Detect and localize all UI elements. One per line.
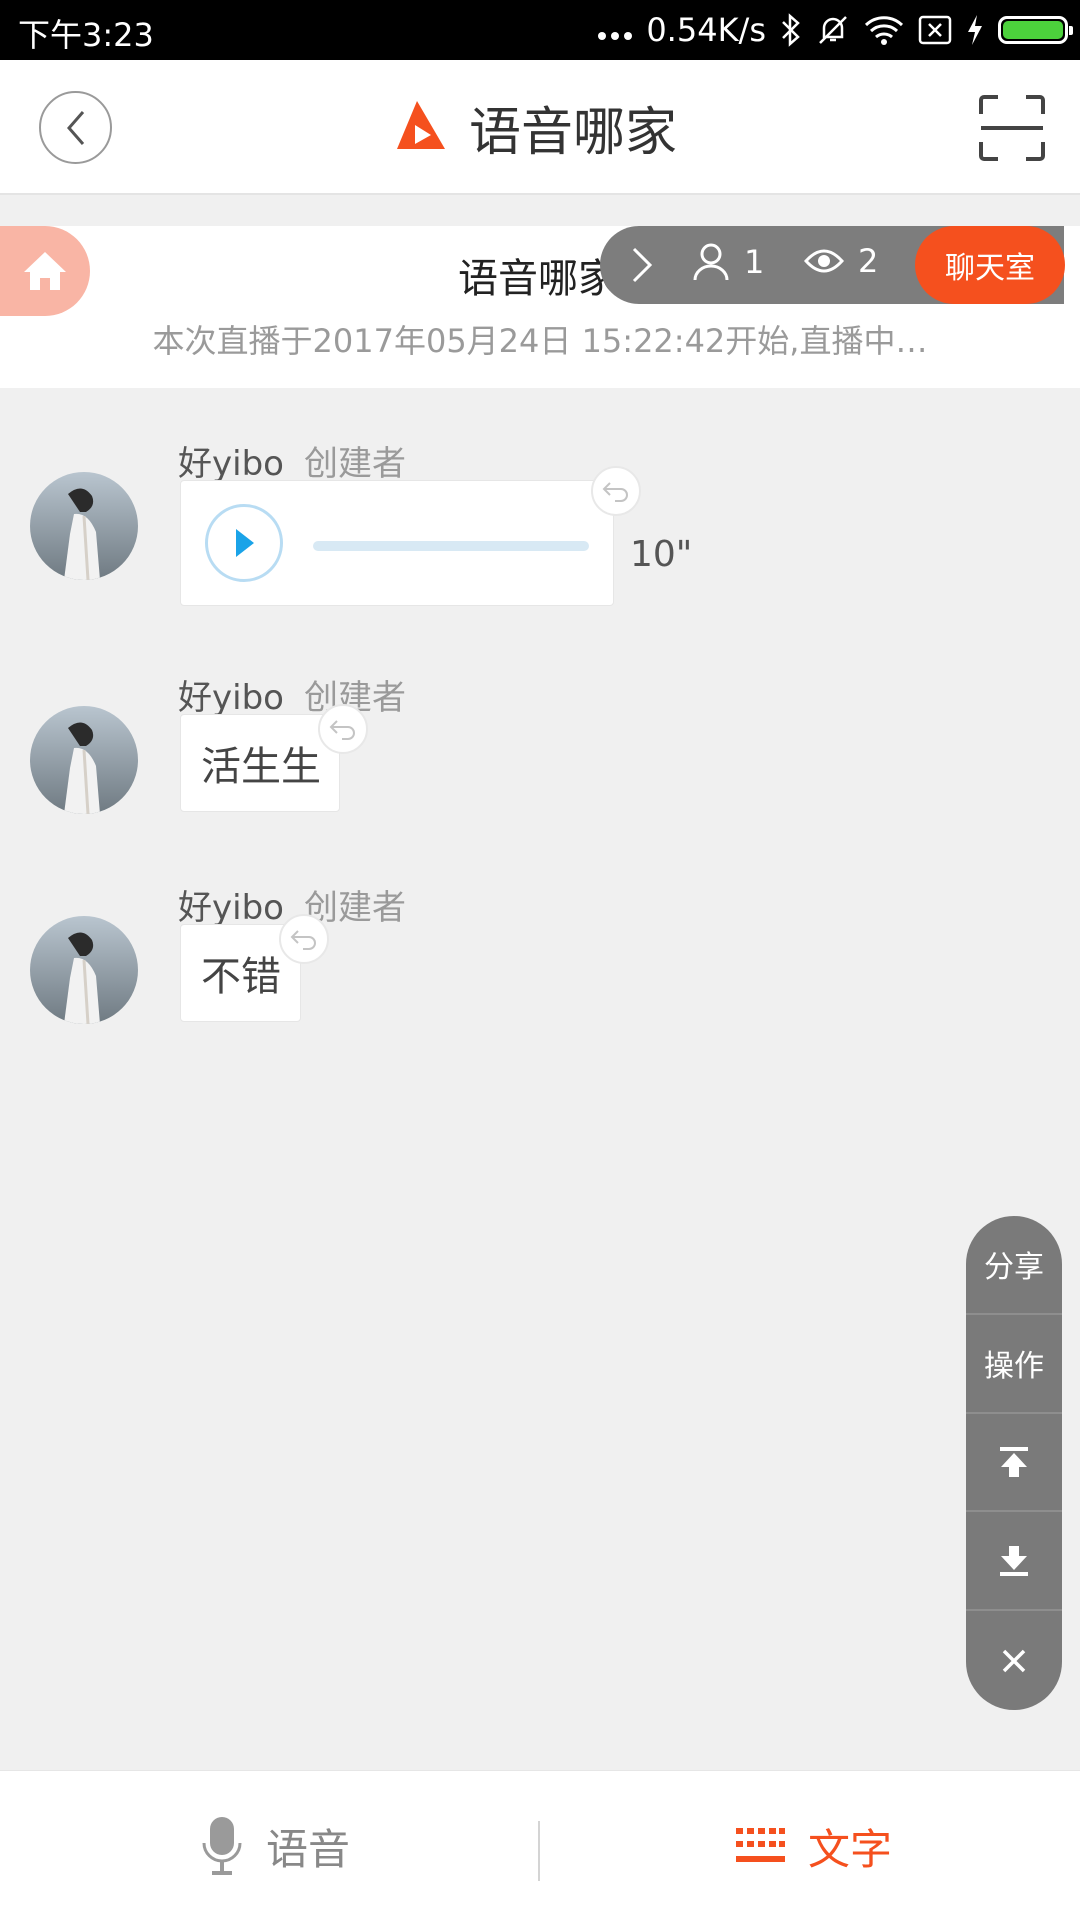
sender-name: 好yibo xyxy=(178,444,284,484)
participants-stat: 1 xyxy=(692,242,764,282)
participants-count: 1 xyxy=(744,243,765,281)
divider xyxy=(538,1821,540,1881)
voice-message-bubble[interactable] xyxy=(180,480,614,606)
share-button[interactable]: 分享 xyxy=(966,1216,1062,1315)
live-description: 本次直播于2017年05月24日 15:22:42开始,直播中… xyxy=(152,322,928,360)
scroll-bottom-button[interactable] xyxy=(966,1512,1062,1612)
voice-mode-button[interactable]: 语音 xyxy=(200,1771,350,1920)
viewers-stat: 2 xyxy=(804,242,878,280)
status-icons: 0.54K/s xyxy=(598,8,1073,52)
avatar[interactable] xyxy=(30,472,138,580)
reply-icon xyxy=(290,930,316,950)
microphone-icon xyxy=(202,1817,242,1875)
back-button[interactable] xyxy=(39,91,112,164)
wifi-icon xyxy=(864,16,904,45)
home-icon xyxy=(24,252,66,290)
arrow-to-bottom-icon xyxy=(1000,1545,1028,1576)
voice-progress-bar xyxy=(313,541,589,551)
sender-name: 好yibo xyxy=(178,678,284,718)
no-sim-icon xyxy=(918,15,952,45)
app-logo-icon xyxy=(397,101,445,149)
reply-button[interactable] xyxy=(591,466,641,516)
message-header: 好yibo 创建者 xyxy=(178,436,406,485)
sender-role: 创建者 xyxy=(303,444,406,484)
battery-icon xyxy=(998,16,1073,44)
room-name: 语音哪家 xyxy=(458,256,618,302)
app-header: 语音哪家 xyxy=(0,60,1080,195)
voice-duration: 10" xyxy=(630,534,693,575)
page-title: 语音哪家 xyxy=(469,102,678,163)
input-mode-bar: 语音 文字 xyxy=(0,1770,1080,1920)
more-dots-icon xyxy=(598,20,633,40)
message-header: 好yibo 创建者 xyxy=(178,670,406,719)
reply-icon xyxy=(602,482,628,502)
close-icon xyxy=(1002,1649,1026,1672)
viewers-count: 2 xyxy=(858,242,879,280)
operate-button[interactable]: 操作 xyxy=(966,1315,1062,1414)
scan-icon xyxy=(979,95,1045,161)
charging-icon xyxy=(968,15,982,45)
share-label: 分享 xyxy=(984,1250,1044,1286)
mute-bell-icon xyxy=(819,16,847,44)
arrow-to-top-icon xyxy=(1000,1446,1028,1477)
bluetooth-icon xyxy=(782,13,800,47)
message-text: 不错 xyxy=(201,954,281,1000)
text-mode-button[interactable]: 文字 xyxy=(734,1771,892,1920)
live-info-card: 语音哪家 1 2 聊天室 本次直播于2017年05月24日 15:22:42开始… xyxy=(0,226,1080,388)
play-icon xyxy=(236,529,254,557)
avatar[interactable] xyxy=(30,916,138,1024)
reply-icon xyxy=(329,720,355,740)
status-time: 下午3:23 xyxy=(18,16,154,54)
chat-room-button[interactable]: 聊天室 xyxy=(915,226,1065,304)
reply-button[interactable] xyxy=(279,914,329,964)
chevron-left-icon xyxy=(66,110,84,145)
text-message-bubble[interactable]: 活生生 xyxy=(180,714,340,812)
close-menu-button[interactable] xyxy=(966,1611,1062,1710)
network-speed: 0.54K/s xyxy=(646,11,766,49)
message-text: 活生生 xyxy=(201,744,321,790)
scroll-top-button[interactable] xyxy=(966,1414,1062,1513)
home-button[interactable] xyxy=(0,226,90,316)
reply-button[interactable] xyxy=(318,704,368,754)
eye-icon xyxy=(804,249,844,273)
sender-name: 好yibo xyxy=(178,888,284,928)
keyboard-icon xyxy=(736,1828,785,1862)
scan-button[interactable] xyxy=(978,94,1046,162)
text-mode-label: 文字 xyxy=(808,1824,893,1874)
status-bar: 下午3:23 0.54K/s xyxy=(0,0,1080,60)
avatar[interactable] xyxy=(30,706,138,814)
play-button[interactable] xyxy=(205,504,283,582)
voice-mode-label: 语音 xyxy=(266,1824,351,1874)
operate-label: 操作 xyxy=(984,1349,1044,1385)
person-icon xyxy=(693,243,729,281)
chevron-right-icon xyxy=(632,247,653,283)
floating-menu: 分享 操作 xyxy=(966,1216,1062,1710)
header-title-group: 语音哪家 xyxy=(393,92,678,163)
